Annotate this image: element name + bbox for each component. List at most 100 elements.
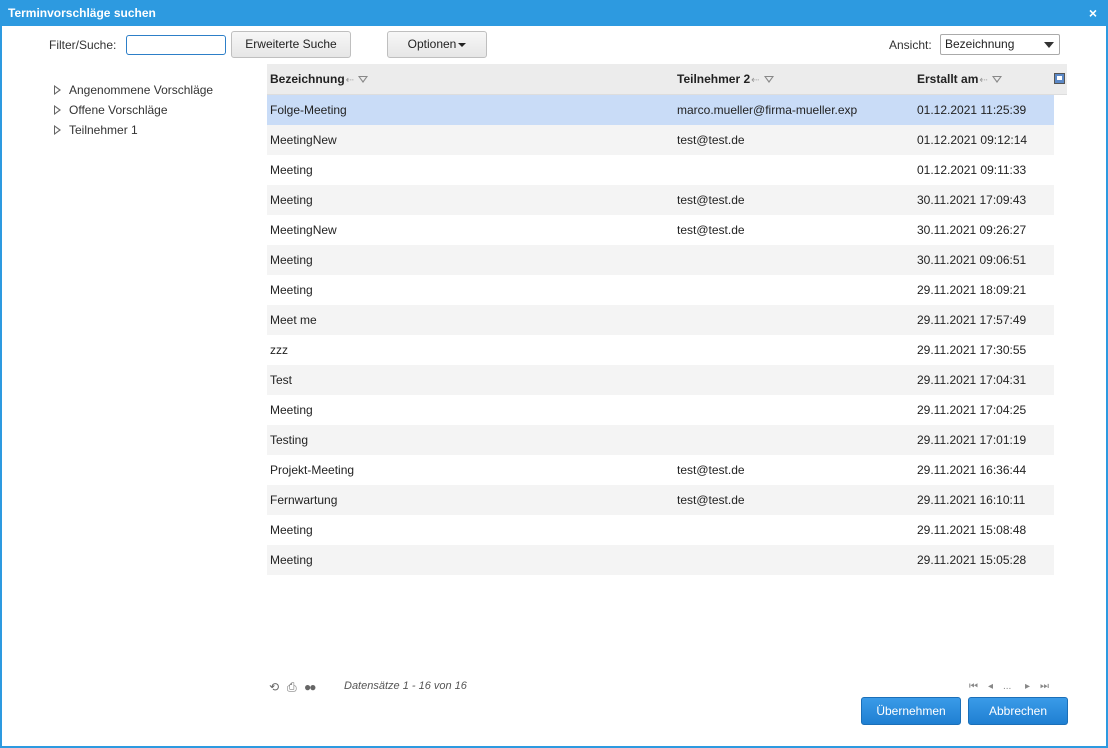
caret-down-icon: [458, 42, 467, 47]
table-row[interactable]: MeetingNew test@test.de 01.12.2021 09:12:1…: [267, 125, 1054, 155]
options-button[interactable]: Optionen: [387, 31, 487, 58]
table-row[interactable]: Fernwartung test@test.de 29.11.2021 16:10:…: [267, 485, 1054, 515]
settings-icon[interactable]: ●●: [304, 680, 316, 694]
advanced-search-button[interactable]: Erweiterte Suche: [231, 31, 351, 58]
results-grid: Bezeichnung⇠ Teilnehmer 2⇠ Erstallt am⇠ …: [267, 64, 1067, 575]
tree-item-open[interactable]: Offene Vorschläge: [54, 102, 213, 122]
table-row[interactable]: zzz 29.11.2021 17:30:55: [267, 335, 1054, 365]
print-icon[interactable]: ⎙: [287, 680, 297, 695]
column-chooser-icon[interactable]: [1054, 73, 1065, 84]
cell-teilnehmer: test@test.de: [677, 193, 745, 207]
filter-icon[interactable]: [991, 76, 1002, 83]
cell-bezeichnung: zzz: [270, 343, 288, 357]
grid-header: Bezeichnung⇠ Teilnehmer 2⇠ Erstallt am⇠: [267, 64, 1067, 95]
tree-item-label: Teilnehmer 1: [69, 123, 138, 137]
search-input[interactable]: [126, 35, 226, 55]
sort-icon[interactable]: ⇠: [751, 75, 759, 86]
options-label: Optionen: [407, 37, 457, 51]
table-row[interactable]: Meeting 29.11.2021 15:05:28: [267, 545, 1054, 575]
sort-icon[interactable]: ⇠: [979, 75, 987, 86]
cell-erstellt: 29.11.2021 17:04:25: [917, 403, 1027, 417]
tree-item-label: Angenommene Vorschläge: [69, 83, 214, 97]
cell-erstellt: 29.11.2021 15:08:48: [917, 523, 1027, 537]
cell-erstellt: 30.11.2021 09:26:27: [917, 223, 1027, 237]
close-icon[interactable]: ×: [1084, 0, 1102, 26]
previous-page-icon[interactable]: ◂: [988, 681, 993, 692]
table-row[interactable]: Meeting test@test.de 30.11.2021 17:09:43: [267, 185, 1054, 215]
cell-bezeichnung: Meeting: [270, 403, 313, 417]
cell-erstellt: 30.11.2021 09:06:51: [917, 253, 1027, 267]
table-row[interactable]: Meeting 29.11.2021 18:09:21: [267, 275, 1054, 305]
cell-teilnehmer: test@test.de: [677, 133, 745, 147]
cancel-button[interactable]: Abbrechen: [968, 697, 1068, 725]
cell-bezeichnung: Meeting: [270, 283, 313, 297]
cell-erstellt: 29.11.2021 17:30:55: [917, 343, 1027, 357]
cell-bezeichnung: Meeting: [270, 163, 313, 177]
column-header-label: Teilnehmer 2: [677, 72, 751, 86]
table-row[interactable]: Meeting 30.11.2021 09:06:51: [267, 245, 1054, 275]
chevron-down-icon: [1044, 42, 1054, 48]
table-row[interactable]: Meeting 29.11.2021 15:08:48: [267, 515, 1054, 545]
cell-bezeichnung: Meeting: [270, 553, 313, 567]
dialog-window: Terminvorschläge suchen × Filter/Suche: …: [0, 0, 1108, 748]
view-label: Ansicht:: [889, 38, 932, 52]
filter-icon[interactable]: [763, 76, 774, 83]
cell-teilnehmer: test@test.de: [677, 493, 745, 507]
last-page-icon[interactable]: ⏭: [1040, 681, 1049, 692]
page-ellipsis: ...: [1003, 681, 1012, 692]
cell-erstellt: 29.11.2021 17:57:49: [917, 313, 1027, 327]
cell-bezeichnung: Meet me: [270, 313, 317, 327]
tree-item-participant[interactable]: Teilnehmer 1: [54, 122, 213, 142]
cell-bezeichnung: Test: [270, 373, 293, 387]
cell-bezeichnung: Meeting: [270, 523, 313, 537]
table-row[interactable]: Test 29.11.2021 17:04:31: [267, 365, 1054, 395]
cell-bezeichnung: Testing: [270, 433, 309, 447]
column-header-label: Bezeichnung: [270, 72, 345, 86]
next-page-icon[interactable]: ▸: [1025, 681, 1030, 692]
table-row[interactable]: Folge-Meeting marco.mueller@firma-mueller…: [267, 95, 1054, 125]
expand-triangle-icon[interactable]: [54, 125, 61, 135]
record-count: Datensätze 1 - 16 von 16: [344, 680, 467, 692]
table-row[interactable]: Meet me 29.11.2021 17:57:49: [267, 305, 1054, 335]
cell-erstellt: 29.11.2021 15:05:28: [917, 553, 1027, 567]
cell-bezeichnung: MeetingNew: [270, 133, 337, 147]
table-row[interactable]: Testing 29.11.2021 17:01:19: [267, 425, 1054, 455]
view-select-value: Bezeichnung: [945, 37, 1015, 51]
window-title: Terminvorschläge suchen: [8, 6, 156, 20]
sort-icon[interactable]: ⇠: [346, 75, 354, 86]
cell-erstellt: 01.12.2021 11:25:39: [917, 103, 1027, 117]
first-page-icon[interactable]: ⏮: [969, 681, 978, 692]
table-row[interactable]: Meeting 01.12.2021 09:11:33: [267, 155, 1054, 185]
filter-icon[interactable]: [358, 76, 369, 83]
cell-erstellt: 29.11.2021 16:10:11: [917, 493, 1026, 507]
cell-bezeichnung: Meeting: [270, 253, 313, 267]
tree-item-accepted[interactable]: Angenommene Vorschläge: [54, 82, 213, 102]
view-select[interactable]: Bezeichnung: [940, 34, 1060, 55]
category-tree: Angenommene Vorschläge Offene Vorschläge…: [54, 82, 213, 142]
expand-triangle-icon[interactable]: [54, 105, 61, 115]
column-header-bezeichnung[interactable]: Bezeichnung⇠: [270, 64, 369, 95]
cell-erstellt: 29.11.2021 17:01:19: [917, 433, 1027, 447]
title-bar: Terminvorschläge suchen: [2, 0, 1108, 26]
cell-teilnehmer: test@test.de: [677, 463, 745, 477]
cell-bezeichnung: Projekt-Meeting: [270, 463, 355, 477]
table-row[interactable]: Projekt-Meeting test@test.de 29.11.2021 16…: [267, 455, 1054, 485]
refresh-icon[interactable]: ⟲: [269, 680, 279, 694]
table-row[interactable]: MeetingNew test@test.de 30.11.2021 09:26:2…: [267, 215, 1054, 245]
expand-triangle-icon[interactable]: [54, 85, 61, 95]
table-row[interactable]: Meeting 29.11.2021 17:04:25: [267, 395, 1054, 425]
column-header-erstellt[interactable]: Erstallt am⇠: [917, 64, 1002, 95]
cell-erstellt: 29.11.2021 17:04:31: [917, 373, 1027, 387]
cell-erstellt: 29.11.2021 16:36:44: [917, 463, 1027, 477]
cell-bezeichnung: MeetingNew: [270, 223, 337, 237]
filter-label: Filter/Suche:: [49, 38, 117, 52]
cell-bezeichnung: Folge-Meeting: [270, 103, 347, 117]
cell-erstellt: 01.12.2021 09:12:14: [917, 133, 1028, 147]
cell-erstellt: 29.11.2021 18:09:21: [917, 283, 1027, 297]
cell-teilnehmer: test@test.de: [677, 223, 745, 237]
apply-button[interactable]: Übernehmen: [861, 697, 961, 725]
column-header-teilnehmer[interactable]: Teilnehmer 2⇠: [677, 64, 774, 95]
cell-erstellt: 30.11.2021 17:09:43: [917, 193, 1027, 207]
cell-teilnehmer: marco.mueller@firma-mueller.exp: [677, 103, 858, 117]
tree-item-label: Offene Vorschläge: [69, 103, 168, 117]
